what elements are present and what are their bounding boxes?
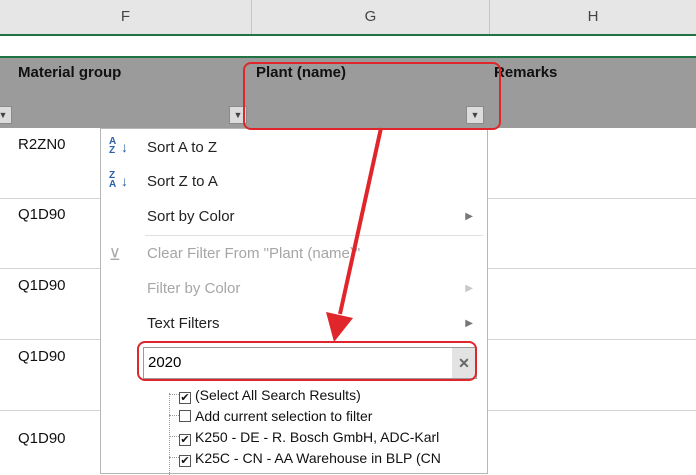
red-arrow-icon	[326, 127, 383, 342]
